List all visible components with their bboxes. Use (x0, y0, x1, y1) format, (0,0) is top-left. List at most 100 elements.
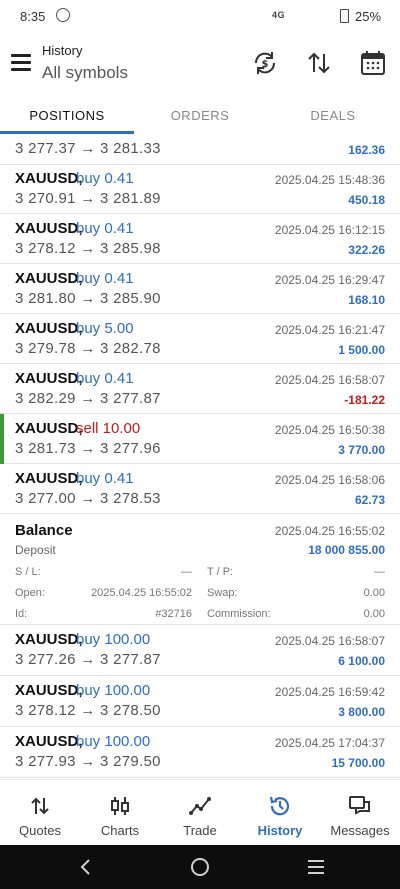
battery-icon (340, 9, 349, 23)
deal-symbol: XAUUSD, (15, 170, 83, 187)
commission-value: 0.00 (363, 608, 385, 620)
list-item[interactable]: XAUUSD, buy 5.00 3 279.78 → 3 282.78 202… (0, 314, 400, 364)
deal-action: buy 5.00 (76, 320, 134, 337)
list-item[interactable]: XAUUSD, buy 0.41 3 270.91 → 3 281.89 202… (0, 164, 400, 214)
deal-symbol: XAUUSD, (15, 220, 83, 237)
tab-orders[interactable]: ORDERS (133, 108, 267, 123)
deal-action: buy 0.41 (76, 220, 134, 237)
deal-time: 2025.04.25 16:58:07 (274, 373, 385, 387)
list-item[interactable]: XAUUSD, buy 0.41 3 281.80 → 3 285.90 202… (0, 264, 400, 314)
deal-symbol: XAUUSD, (15, 682, 83, 699)
open-label: Open: (15, 587, 45, 599)
deal-profit: 3 800.00 (338, 705, 385, 719)
home-icon[interactable] (190, 857, 210, 877)
balance-title: Balance (15, 522, 73, 539)
deal-symbol: XAUUSD, (15, 370, 83, 387)
deal-time: 2025.04.25 16:58:06 (274, 473, 385, 487)
app-bar: History All symbols $ (0, 34, 400, 94)
deal-symbol: XAUUSD, (15, 270, 83, 287)
id-label: Id: (15, 608, 28, 620)
tab-positions[interactable]: POSITIONS (0, 108, 134, 123)
deal-action: buy 0.41 (76, 470, 134, 487)
list-item[interactable]: 3 277.37 → 3 281.33 162.36 (0, 134, 400, 165)
sort-icon[interactable] (304, 48, 334, 78)
nav-label: History (257, 823, 303, 838)
deal-symbol: XAUUSD, (15, 470, 83, 487)
deal-profit: 162.36 (348, 143, 385, 157)
deal-time: 2025.04.25 16:50:38 (274, 423, 385, 437)
deal-action: buy 100.00 (76, 733, 151, 750)
status-time: 8:35 (20, 9, 46, 24)
deal-symbol: XAUUSD, (15, 420, 83, 437)
id-value: #32716 (155, 608, 192, 620)
list-item[interactable]: XAUUSD, buy 0.41 3 277.00 → 3 278.53 202… (0, 464, 400, 514)
nav-charts[interactable]: Charts (80, 780, 160, 846)
deal-time: 2025.04.25 16:58:07 (274, 634, 385, 648)
network-indicator: 4G (272, 10, 286, 20)
deal-time: 2025.04.25 15:48:36 (274, 173, 385, 187)
history-list[interactable]: 3 277.37 → 3 281.33 162.36 XAUUSD, buy 0… (0, 134, 400, 779)
nav-label: Messages (330, 823, 390, 838)
deal-profit: -181.22 (344, 393, 385, 407)
list-item[interactable]: XAUUSD, buy 0.41 3 278.12 → 3 285.98 202… (0, 214, 400, 264)
list-item[interactable]: XAUUSD, buy 100.00 3 277.93 → 3 279.50 2… (0, 727, 400, 778)
deal-profit: 6 100.00 (338, 654, 385, 668)
deal-action: buy 0.41 (76, 370, 134, 387)
nav-history[interactable]: History (240, 780, 320, 846)
deal-prices: 3 282.29 → 3 277.87 (15, 390, 161, 407)
back-icon[interactable] (78, 858, 94, 876)
deal-profit: 1 500.00 (338, 343, 385, 357)
nav-label: Charts (100, 823, 140, 838)
swap-label: Swap: (207, 587, 238, 599)
nav-quotes[interactable]: Quotes (0, 780, 80, 846)
deal-prices: 3 278.12 → 3 285.98 (15, 240, 161, 257)
recents-icon[interactable] (306, 859, 326, 875)
list-item[interactable]: XAUUSD, buy 0.41 3 282.29 → 3 277.87 202… (0, 364, 400, 414)
deal-prices: 3 277.26 → 3 277.87 (15, 651, 161, 668)
tp-label: T / P: (207, 566, 234, 578)
deal-time: 2025.04.25 16:12:15 (274, 223, 385, 237)
nav-label: Trade (183, 823, 217, 838)
deal-action: buy 100.00 (76, 631, 151, 648)
symbol-filter[interactable]: All symbols (42, 63, 128, 83)
balance-time: 2025.04.25 16:55:02 (274, 524, 385, 538)
messages-icon (349, 796, 370, 815)
deal-time: 2025.04.25 17:04:37 (274, 736, 385, 750)
tab-bar: POSITIONS ORDERS DEALS (0, 100, 400, 134)
deal-prices: 3 277.00 → 3 278.53 (15, 490, 161, 507)
deal-time: 2025.04.25 16:59:42 (274, 685, 385, 699)
deal-prices: 3 281.73 → 3 277.96 (15, 440, 161, 457)
quotes-icon (31, 797, 49, 815)
sell-marker (0, 414, 4, 464)
page-title: History (42, 43, 83, 58)
deal-prices: 3 270.91 → 3 281.89 (15, 190, 161, 207)
deal-action: buy 100.00 (76, 682, 151, 699)
deal-profit: 62.73 (354, 493, 385, 507)
deal-profit: 3 770.00 (338, 443, 385, 457)
swap-value: 0.00 (363, 587, 385, 599)
balance-item[interactable]: Balance Deposit 2025.04.25 16:55:02 18 0… (0, 514, 400, 625)
nav-label: Quotes (19, 823, 61, 838)
sl-value: — (181, 566, 192, 578)
menu-icon[interactable] (11, 54, 31, 72)
status-bar: 8:35 4G 25% (0, 0, 400, 34)
open-value: 2025.04.25 16:55:02 (91, 587, 192, 599)
trade-icon (189, 797, 211, 815)
list-item[interactable]: XAUUSD, sell 10.00 3 281.73 → 3 277.96 2… (0, 414, 400, 464)
balance-amount: 18 000 855.00 (308, 543, 385, 557)
list-item[interactable]: XAUUSD, buy 100.00 3 277.26 → 3 277.87 2… (0, 625, 400, 676)
calendar-icon[interactable] (358, 48, 388, 78)
tab-deals[interactable]: DEALS (266, 108, 400, 123)
sync-icon[interactable]: $ (250, 48, 280, 78)
history-icon (269, 796, 290, 816)
list-item[interactable]: XAUUSD, buy 100.00 3 278.12 → 3 278.50 2… (0, 676, 400, 727)
svg-text:$: $ (262, 59, 269, 70)
nav-trade[interactable]: Trade (160, 780, 240, 846)
deal-time: 2025.04.25 16:21:47 (274, 323, 385, 337)
deal-prices: 3 277.37 → 3 281.33 (15, 140, 161, 157)
deal-action: buy 0.41 (76, 170, 134, 187)
charts-icon (111, 797, 129, 815)
deal-profit: 450.18 (348, 193, 385, 207)
nav-messages[interactable]: Messages (320, 780, 400, 846)
deal-prices: 3 277.93 → 3 279.50 (15, 753, 161, 770)
